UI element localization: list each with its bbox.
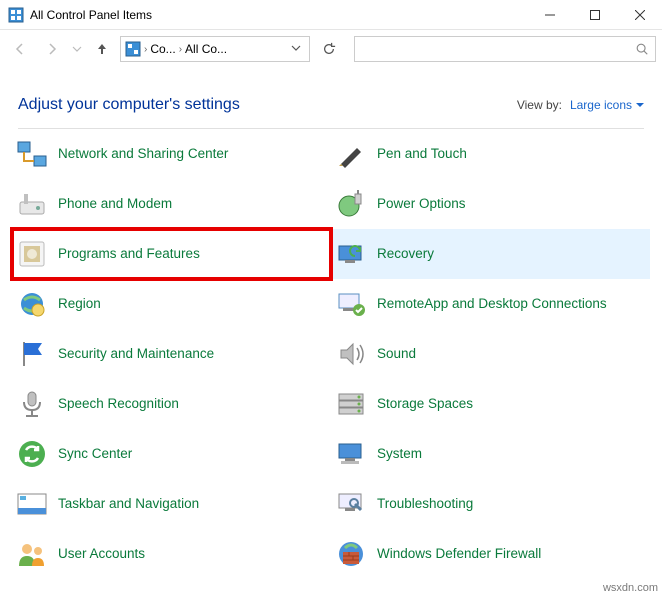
item-pen-touch[interactable]: Pen and Touch bbox=[331, 129, 650, 179]
refresh-button[interactable] bbox=[314, 35, 344, 63]
search-icon bbox=[635, 42, 649, 56]
maximize-button[interactable] bbox=[572, 0, 617, 30]
item-network-sharing[interactable]: Network and Sharing Center bbox=[12, 129, 331, 179]
troubleshooting-icon bbox=[335, 488, 367, 520]
items-grid: Network and Sharing Center Phone and Mod… bbox=[0, 129, 662, 579]
close-button[interactable] bbox=[617, 0, 662, 30]
up-button[interactable] bbox=[88, 35, 116, 63]
page-title: Adjust your computer's settings bbox=[18, 96, 517, 114]
breadcrumb-seg-2[interactable]: All Co... bbox=[185, 42, 227, 56]
item-label: User Accounts bbox=[58, 546, 145, 563]
item-label: Sound bbox=[377, 346, 416, 363]
address-dropdown-icon[interactable] bbox=[287, 42, 305, 56]
sync-icon bbox=[16, 438, 48, 470]
taskbar-icon bbox=[16, 488, 48, 520]
item-label: Pen and Touch bbox=[377, 146, 467, 163]
sound-icon bbox=[335, 338, 367, 370]
titlebar: All Control Panel Items bbox=[0, 0, 662, 30]
item-windows-defender-firewall[interactable]: Windows Defender Firewall bbox=[331, 529, 650, 579]
item-label: Taskbar and Navigation bbox=[58, 496, 199, 513]
phone-icon bbox=[16, 188, 48, 220]
programs-icon bbox=[16, 238, 48, 270]
control-panel-icon bbox=[8, 7, 24, 23]
viewby-label: View by: bbox=[517, 98, 562, 112]
users-icon bbox=[16, 538, 48, 570]
item-storage-spaces[interactable]: Storage Spaces bbox=[331, 379, 650, 429]
item-system[interactable]: System bbox=[331, 429, 650, 479]
chevron-right-icon: › bbox=[144, 44, 147, 55]
recovery-icon bbox=[335, 238, 367, 270]
item-security-maintenance[interactable]: Security and Maintenance bbox=[12, 329, 331, 379]
item-label: Region bbox=[58, 296, 101, 313]
item-speech-recognition[interactable]: Speech Recognition bbox=[12, 379, 331, 429]
column-left: Network and Sharing Center Phone and Mod… bbox=[12, 129, 331, 579]
item-programs-features[interactable]: Programs and Features bbox=[12, 229, 331, 279]
item-label: Sync Center bbox=[58, 446, 132, 463]
item-remoteapp[interactable]: RemoteApp and Desktop Connections bbox=[331, 279, 650, 329]
item-label: Phone and Modem bbox=[58, 196, 172, 213]
pen-icon bbox=[335, 138, 367, 170]
viewby-select[interactable]: Large icons bbox=[570, 98, 644, 112]
viewby-value: Large icons bbox=[570, 98, 632, 112]
item-sync-center[interactable]: Sync Center bbox=[12, 429, 331, 479]
item-user-accounts[interactable]: User Accounts bbox=[12, 529, 331, 579]
item-label: Storage Spaces bbox=[377, 396, 473, 413]
minimize-button[interactable] bbox=[527, 0, 572, 30]
network-icon bbox=[16, 138, 48, 170]
search-input[interactable] bbox=[354, 36, 656, 62]
item-recovery[interactable]: Recovery bbox=[331, 229, 650, 279]
item-label: System bbox=[377, 446, 422, 463]
control-panel-icon bbox=[125, 41, 141, 57]
watermark: wsxdn.com bbox=[603, 582, 658, 594]
item-label: Recovery bbox=[377, 246, 434, 263]
storage-icon bbox=[335, 388, 367, 420]
item-phone-modem[interactable]: Phone and Modem bbox=[12, 179, 331, 229]
item-power-options[interactable]: Power Options bbox=[331, 179, 650, 229]
item-label: Network and Sharing Center bbox=[58, 146, 228, 163]
item-sound[interactable]: Sound bbox=[331, 329, 650, 379]
item-label: RemoteApp and Desktop Connections bbox=[377, 296, 607, 313]
navbar: › Co... › All Co... bbox=[0, 30, 662, 68]
item-taskbar-navigation[interactable]: Taskbar and Navigation bbox=[12, 479, 331, 529]
header: Adjust your computer's settings View by:… bbox=[0, 68, 662, 128]
chevron-right-icon: › bbox=[179, 44, 182, 55]
firewall-icon bbox=[335, 538, 367, 570]
region-icon bbox=[16, 288, 48, 320]
power-icon bbox=[335, 188, 367, 220]
back-button[interactable] bbox=[6, 35, 34, 63]
item-label: Windows Defender Firewall bbox=[377, 546, 541, 563]
address-bar[interactable]: › Co... › All Co... bbox=[120, 36, 310, 62]
item-label: Troubleshooting bbox=[377, 496, 473, 513]
item-region[interactable]: Region bbox=[12, 279, 331, 329]
history-dropdown[interactable] bbox=[70, 35, 84, 63]
item-label: Speech Recognition bbox=[58, 396, 179, 413]
remoteapp-icon bbox=[335, 288, 367, 320]
item-troubleshooting[interactable]: Troubleshooting bbox=[331, 479, 650, 529]
system-icon bbox=[335, 438, 367, 470]
forward-button[interactable] bbox=[38, 35, 66, 63]
item-label: Security and Maintenance bbox=[58, 346, 214, 363]
breadcrumb-seg-1[interactable]: Co... bbox=[150, 42, 175, 56]
microphone-icon bbox=[16, 388, 48, 420]
item-label: Programs and Features bbox=[58, 246, 200, 263]
item-label: Power Options bbox=[377, 196, 466, 213]
window-title: All Control Panel Items bbox=[30, 8, 152, 22]
column-right: Pen and Touch Power Options Recovery Rem… bbox=[331, 129, 650, 579]
chevron-down-icon bbox=[636, 101, 644, 109]
flag-icon bbox=[16, 338, 48, 370]
